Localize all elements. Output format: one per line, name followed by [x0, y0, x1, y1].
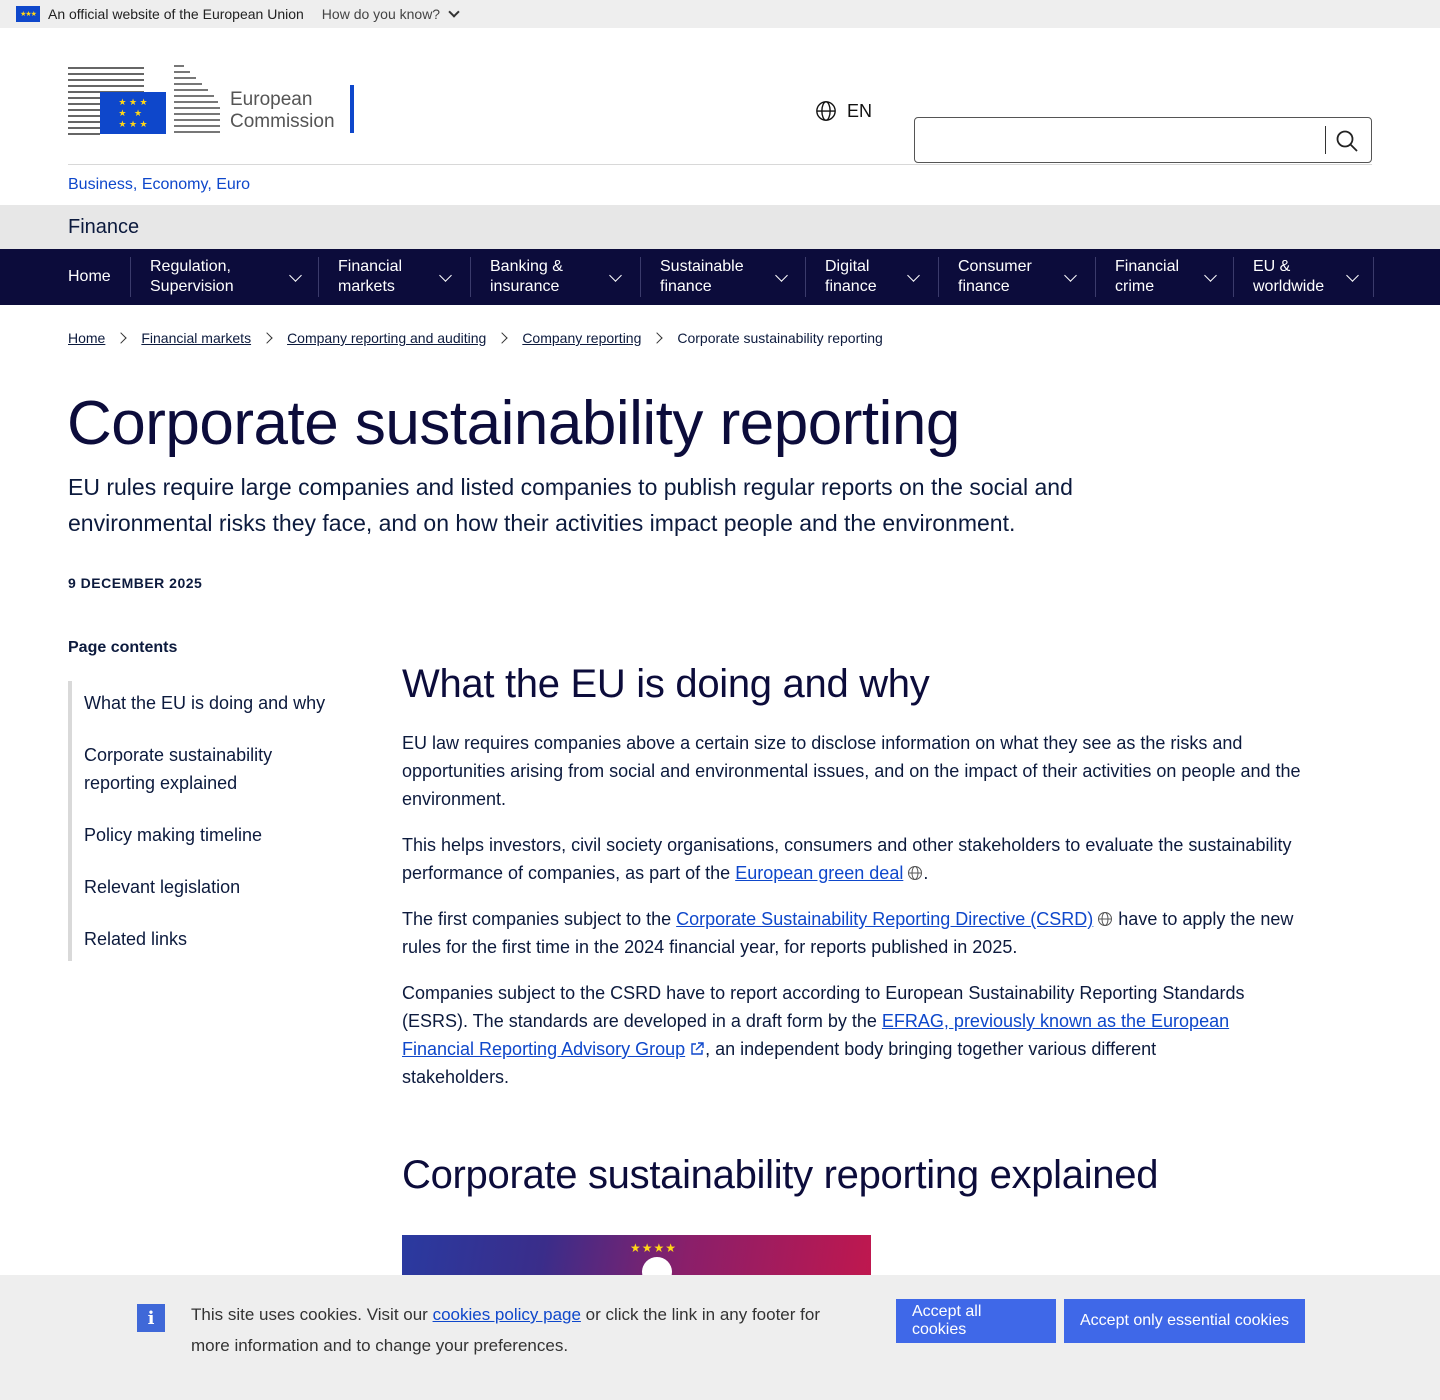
cookie-text: This site uses cookies. Visit our: [191, 1305, 433, 1324]
nav-label[interactable]: EU & worldwide: [1253, 257, 1343, 297]
toc-item[interactable]: Relevant legislation: [84, 865, 348, 901]
search-icon[interactable]: [1335, 129, 1359, 153]
main-navigation: Home Regulation, Supervision Financial m…: [0, 249, 1440, 305]
chevron-down-icon: [439, 269, 452, 282]
section-heading: Corporate sustainability reporting expla…: [402, 1153, 1159, 1197]
logo-line-2: Commission: [230, 111, 335, 132]
chevron-right-icon: [115, 332, 128, 344]
section-heading: What the EU is doing and why: [402, 662, 930, 706]
nav-item-financial-markets[interactable]: Financial markets: [319, 249, 470, 305]
page-title: Corporate sustainability reporting: [67, 389, 960, 458]
nav-item-banking-insurance[interactable]: Banking & insurance: [471, 249, 640, 305]
page-contents-nav: What the EU is doing and why Corporate s…: [68, 681, 348, 961]
main-content: What the EU is doing and why EU law requ…: [402, 662, 1302, 1109]
site-name-label[interactable]: Business, Economy, Euro: [68, 176, 250, 194]
logo-line-1: European: [230, 89, 313, 110]
toc-item[interactable]: Policy making timeline: [84, 813, 348, 849]
external-link-icon: [691, 1042, 704, 1055]
nav-item-home[interactable]: Home: [68, 249, 130, 305]
breadcrumb-link-company-reporting[interactable]: Company reporting: [522, 330, 641, 346]
european-commission-logo[interactable]: ★ ★ ★ ★ ★ ★ ★ ★ European Commission: [68, 61, 358, 135]
chevron-down-icon: [1346, 269, 1359, 282]
nav-item-consumer-finance[interactable]: Consumer finance: [939, 249, 1095, 305]
site-name-link[interactable]: Business, Economy, Euro: [0, 165, 1440, 205]
paragraph-text: The first companies subject to the: [402, 909, 677, 929]
nav-label[interactable]: Digital finance: [825, 257, 895, 297]
chevron-right-icon: [651, 332, 664, 344]
nav-label[interactable]: Financial crime: [1115, 257, 1195, 297]
cookies-policy-link[interactable]: cookies policy page: [433, 1305, 581, 1324]
nav-item-sustainable-finance[interactable]: Sustainable finance: [641, 249, 805, 305]
nav-item-eu-worldwide[interactable]: EU & worldwide: [1234, 249, 1373, 305]
chevron-down-icon: [448, 6, 460, 18]
paragraph: EU law requires companies above a certai…: [402, 733, 1301, 809]
page-lead: EU rules require large companies and lis…: [68, 474, 1073, 536]
official-banner-text: An official website of the European Unio…: [48, 6, 304, 22]
eu-flag-icon: ★★★: [16, 6, 40, 22]
paragraph: This helps investors, civil society orga…: [402, 831, 1302, 887]
nav-label[interactable]: Financial markets: [338, 257, 428, 297]
logo-lines-right: [174, 61, 222, 133]
chevron-down-icon: [289, 269, 302, 282]
cookie-banner: i This site uses cookies. Visit our cook…: [0, 1275, 1440, 1400]
header-divider: [68, 164, 1372, 165]
chevron-down-icon: [1204, 269, 1217, 282]
language-code[interactable]: EN: [847, 101, 872, 122]
accept-essential-cookies-button[interactable]: Accept only essential cookies: [1064, 1299, 1305, 1343]
globe-icon: [908, 866, 923, 880]
accept-all-cookies-button[interactable]: Accept all cookies: [896, 1299, 1056, 1343]
search-input[interactable]: [914, 117, 1372, 163]
eu-flag-icon: ★ ★ ★ ★ ★ ★ ★ ★: [100, 92, 166, 134]
chevron-right-icon: [496, 332, 508, 344]
globe-icon: [1098, 912, 1113, 926]
nav-label[interactable]: Home: [68, 267, 123, 287]
site-subtitle-label[interactable]: Finance: [68, 216, 139, 239]
globe-icon: [816, 101, 836, 121]
breadcrumb-current: Corporate sustainability reporting: [677, 330, 883, 346]
logo-accent-bar: [350, 85, 354, 133]
how-do-you-know-toggle[interactable]: How do you know?: [322, 6, 460, 22]
chevron-down-icon: [1064, 269, 1077, 282]
publication-date: 9 DECEMBER 2025: [68, 575, 203, 591]
chevron-right-icon: [261, 332, 273, 344]
breadcrumb: Home Financial markets Company reporting…: [68, 330, 883, 346]
site-subtitle[interactable]: Finance: [0, 205, 1440, 249]
nav-item-regulation[interactable]: Regulation, Supervision: [131, 249, 318, 305]
nav-label[interactable]: Sustainable finance: [660, 257, 760, 297]
breadcrumb-link-home[interactable]: Home: [68, 330, 105, 346]
page-contents-title: Page contents: [68, 639, 178, 656]
official-eu-banner: ★★★ An official website of the European …: [0, 0, 1440, 28]
search-divider: [1325, 126, 1326, 154]
nav-item-financial-crime[interactable]: Financial crime: [1096, 249, 1233, 305]
paragraph: The first companies subject to the Corpo…: [402, 905, 1302, 961]
chevron-down-icon: [907, 269, 920, 282]
breadcrumb-link-financial-markets[interactable]: Financial markets: [141, 330, 251, 346]
language-selector[interactable]: EN: [815, 100, 872, 122]
toc-item[interactable]: Corporate sustainability reporting expla…: [84, 733, 304, 797]
chevron-down-icon: [775, 269, 788, 282]
nav-label[interactable]: Regulation, Supervision: [150, 257, 270, 297]
paragraph: Companies subject to the CSRD have to re…: [402, 979, 1252, 1091]
site-header: ★ ★ ★ ★ ★ ★ ★ ★ European Commission EN: [0, 28, 1440, 165]
csrd-link[interactable]: Corporate Sustainability Reporting Direc…: [676, 909, 1093, 929]
chevron-down-icon: [609, 269, 622, 282]
how-do-you-know-label[interactable]: How do you know?: [322, 6, 440, 22]
nav-label[interactable]: Banking & insurance: [490, 257, 590, 297]
toc-item[interactable]: Related links: [84, 917, 348, 961]
eu-stars-icon: ★★★★: [630, 1241, 678, 1255]
info-icon: i: [137, 1304, 165, 1332]
nav-label[interactable]: Consumer finance: [958, 257, 1053, 297]
cookie-message: This site uses cookies. Visit our cookie…: [191, 1299, 841, 1361]
logo-text: European Commission: [230, 89, 335, 133]
toc-item[interactable]: What the EU is doing and why: [84, 681, 348, 717]
paragraph-text: .: [923, 863, 929, 883]
nav-item-digital-finance[interactable]: Digital finance: [806, 249, 938, 305]
european-green-deal-link[interactable]: European green deal: [735, 863, 903, 883]
breadcrumb-link-company-reporting-auditing[interactable]: Company reporting and auditing: [287, 330, 486, 346]
